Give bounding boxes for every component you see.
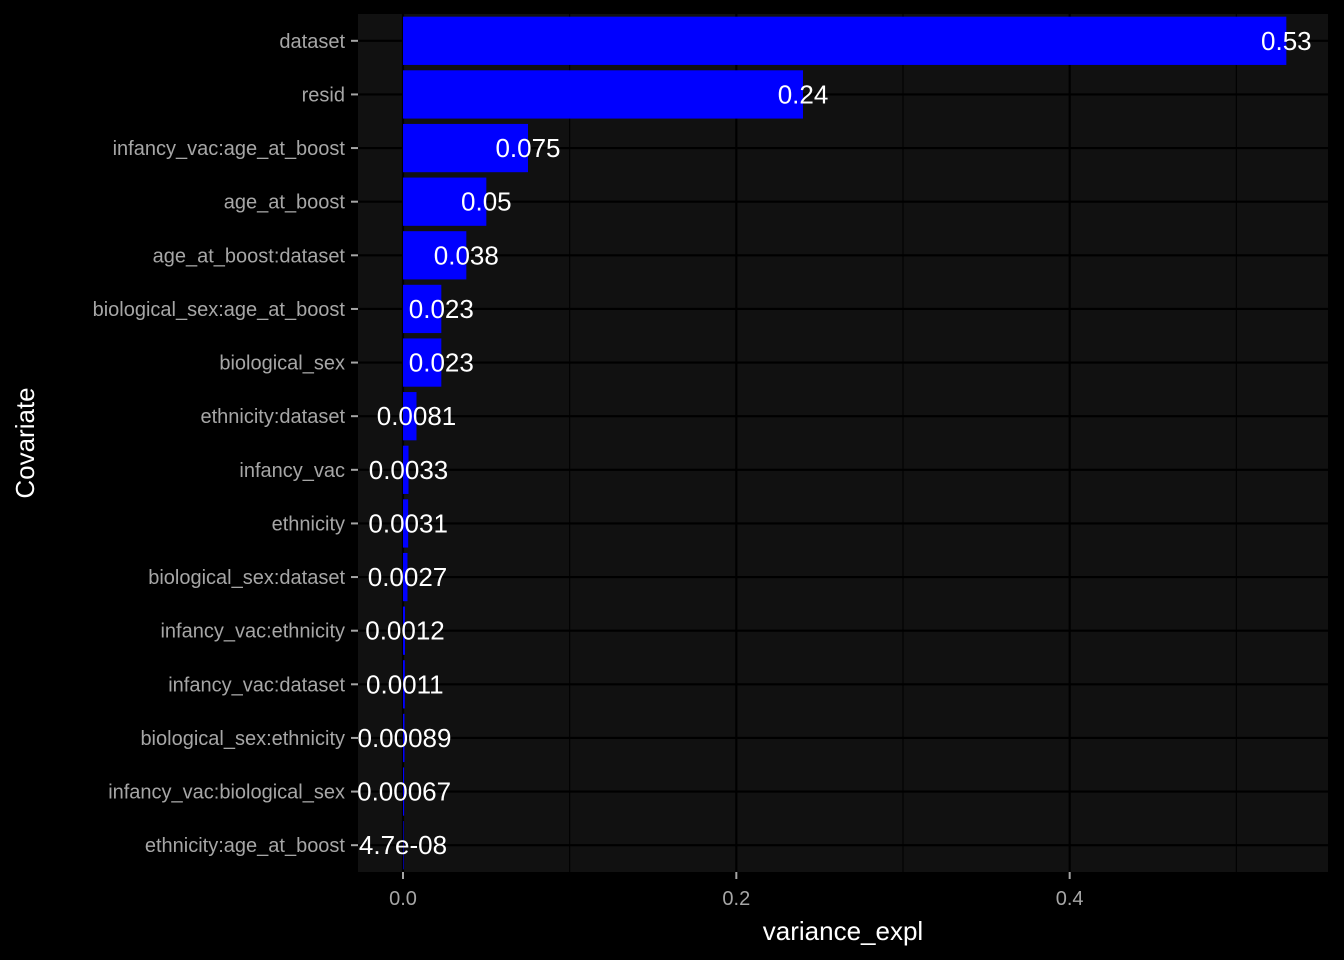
y-tick-label: biological_sex:ethnicity xyxy=(140,728,345,750)
x-axis-title: variance_expl xyxy=(763,916,923,946)
data-label: 0.05 xyxy=(461,187,512,217)
data-label: 0.0027 xyxy=(368,562,448,592)
bar xyxy=(403,70,803,119)
y-tick-label: ethnicity:age_at_boost xyxy=(145,835,346,857)
bar xyxy=(403,16,1287,65)
data-label: 0.00089 xyxy=(357,723,451,753)
data-label: 0.0011 xyxy=(366,669,444,699)
y-tick-label: biological_sex xyxy=(219,353,345,375)
y-tick-label: infancy_vac xyxy=(239,460,345,482)
y-tick-label: infancy_vac:ethnicity xyxy=(160,621,345,643)
y-tick-label: age_at_boost:dataset xyxy=(153,245,346,267)
x-tick-label: 0.2 xyxy=(722,888,750,910)
y-tick-label: resid xyxy=(302,84,345,106)
y-tick-label: biological_sex:dataset xyxy=(148,567,345,589)
data-label: 4.7e-08 xyxy=(359,830,447,860)
data-label: 0.023 xyxy=(409,294,474,324)
data-label: 0.038 xyxy=(434,240,499,270)
y-tick-label: infancy_vac:biological_sex xyxy=(108,782,345,804)
y-tick-label: dataset xyxy=(279,31,345,53)
y-tick-label: ethnicity:dataset xyxy=(200,406,345,428)
y-tick-label: biological_sex:age_at_boost xyxy=(93,299,346,321)
x-axis: 0.0 0.2 0.4 xyxy=(389,872,1084,910)
data-label: 0.0031 xyxy=(368,508,448,538)
y-tick-label: infancy_vac:age_at_boost xyxy=(113,138,346,160)
data-label: 0.0081 xyxy=(377,401,457,431)
data-label: 0.023 xyxy=(409,348,474,378)
y-axis: dataset resid infancy_vac:age_at_boost age_… xyxy=(93,31,358,857)
y-axis-title: Covariate xyxy=(10,387,40,498)
y-tick-label: age_at_boost xyxy=(224,192,346,214)
data-label: 0.00067 xyxy=(357,777,451,807)
bar-chart: 0.53 0.24 0.075 0.05 0.038 0.023 0.023 0.0081 0.… xyxy=(10,14,1328,946)
data-label: 0.0012 xyxy=(365,616,445,646)
x-tick-label: 0.0 xyxy=(389,888,417,910)
y-tick-label: infancy_vac:dataset xyxy=(168,674,345,696)
y-tick-label: ethnicity xyxy=(272,513,345,535)
x-tick-label: 0.4 xyxy=(1056,888,1084,910)
data-label: 0.075 xyxy=(495,133,560,163)
data-label: 0.24 xyxy=(778,79,829,109)
data-label: 0.53 xyxy=(1261,26,1312,56)
data-label: 0.0033 xyxy=(369,455,449,485)
